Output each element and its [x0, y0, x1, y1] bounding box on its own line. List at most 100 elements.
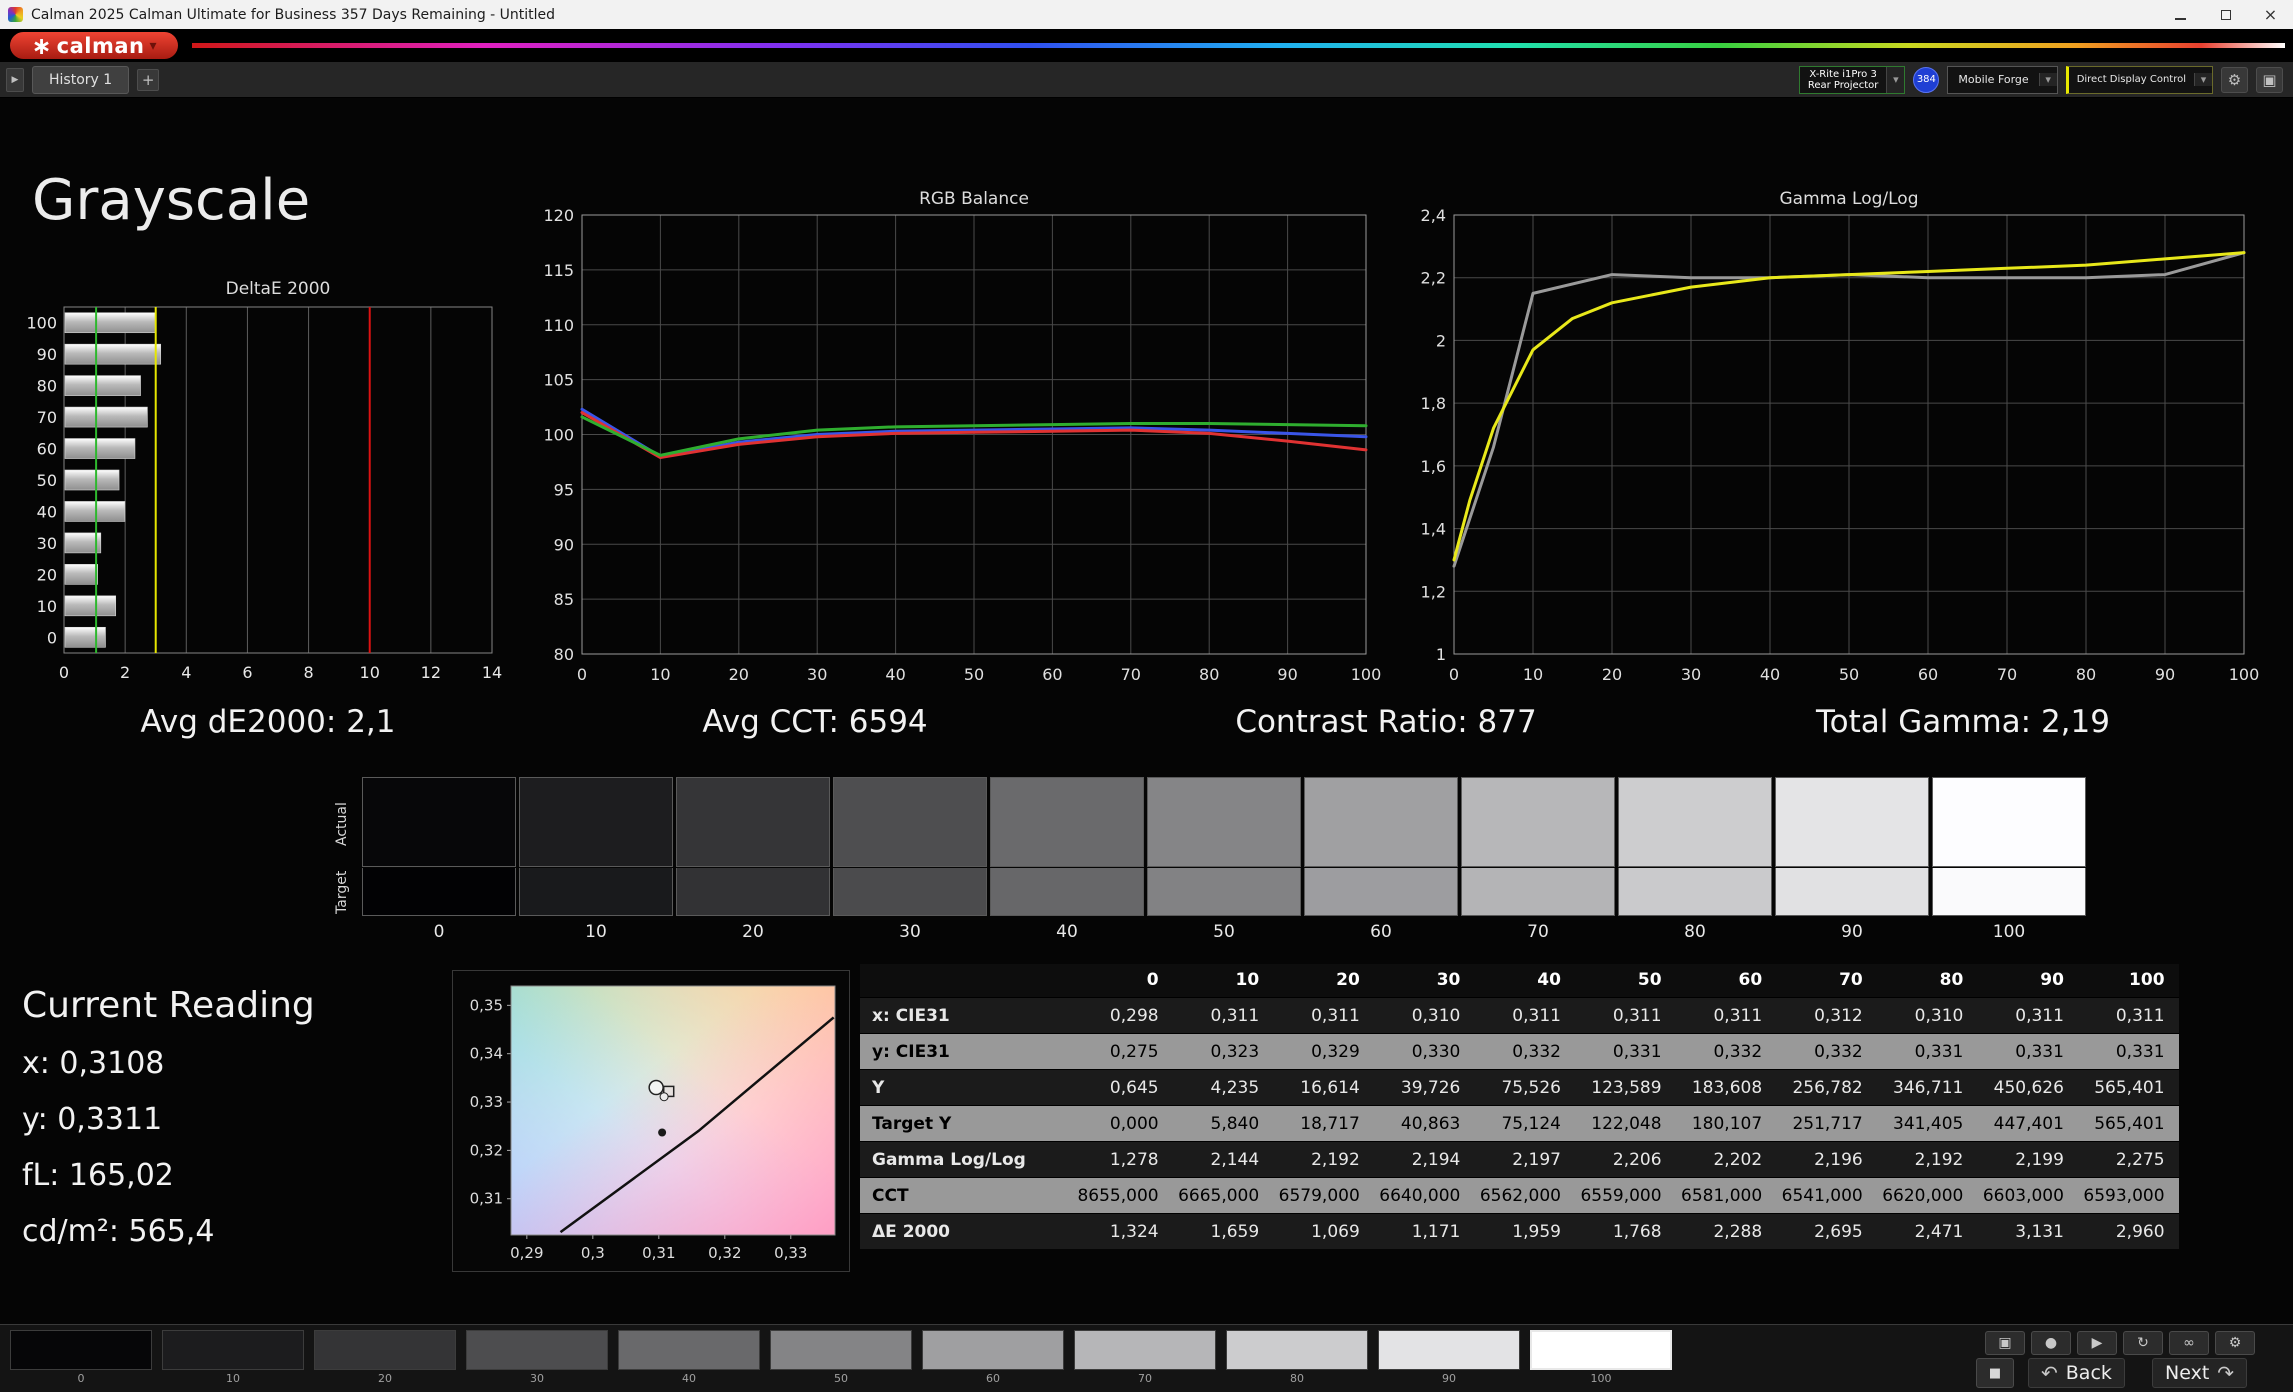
table-value-cell: 1,278 — [1072, 1141, 1173, 1177]
svg-text:8: 8 — [303, 663, 313, 682]
add-tab-button[interactable]: + — [137, 68, 160, 91]
camera-icon[interactable]: ▣ — [1985, 1331, 2025, 1355]
table-corner-cell — [860, 964, 1072, 997]
swatch-level-label: 90 — [1841, 922, 1863, 942]
record-icon[interactable]: ● — [2031, 1331, 2071, 1355]
table-value-cell: 0,311 — [1574, 997, 1676, 1033]
test-patch-0[interactable]: 0 — [10, 1330, 152, 1385]
test-patch-90[interactable]: 90 — [1378, 1330, 1520, 1385]
table-column-header: 50 — [1574, 964, 1676, 997]
table-value-cell: 2,196 — [1776, 1141, 1877, 1177]
swatch-target-color — [519, 868, 673, 916]
history-expand-button[interactable]: ▶ — [6, 67, 24, 92]
table-value-cell: 75,526 — [1474, 1069, 1575, 1105]
svg-text:0,35: 0,35 — [470, 996, 503, 1014]
test-patch-20[interactable]: 20 — [314, 1330, 456, 1385]
contrast-ratio-stat: Contrast Ratio: 877 — [1235, 704, 1537, 740]
maximize-button[interactable] — [2203, 0, 2248, 29]
test-patch-60[interactable]: 60 — [922, 1330, 1064, 1385]
total-gamma-stat: Total Gamma: 2,19 — [1816, 704, 2110, 740]
display-control-select[interactable]: Direct Display Control ▾ — [2065, 65, 2213, 94]
swatch-level-label: 80 — [1684, 922, 1706, 942]
table-value-cell: 6620,000 — [1876, 1177, 1978, 1213]
patch-color — [10, 1330, 152, 1370]
table-column-header: 100 — [2077, 964, 2179, 997]
table-value-cell: 2,192 — [1273, 1141, 1374, 1177]
stop-button[interactable]: ■ — [1976, 1358, 2014, 1388]
test-patch-70[interactable]: 70 — [1074, 1330, 1216, 1385]
grayscale-swatch-60: 60 — [1304, 777, 1458, 942]
swatch-target-color — [362, 868, 516, 916]
gear-icon[interactable]: ⚙ — [2221, 66, 2248, 93]
back-button[interactable]: ↶ Back — [2028, 1358, 2125, 1388]
table-value-cell: 6593,000 — [2077, 1177, 2179, 1213]
back-label: Back — [2065, 1362, 2112, 1384]
next-button[interactable]: Next ↷ — [2152, 1358, 2248, 1388]
test-patch-80[interactable]: 80 — [1226, 1330, 1368, 1385]
table-value-cell: 6562,000 — [1474, 1177, 1575, 1213]
reading-fl: fL: 165,02 — [22, 1158, 174, 1193]
chevron-down-icon: ▾ — [2194, 73, 2212, 86]
titlebar: Calman 2025 Calman Ultimate for Business… — [0, 0, 2293, 29]
back-arrow-icon: ↶ — [2041, 1361, 2058, 1385]
app-icon — [8, 7, 23, 22]
table-row-label: x: CIE31 — [860, 997, 1072, 1033]
play-icon[interactable]: ▶ — [2077, 1331, 2117, 1355]
test-patch-10[interactable]: 10 — [162, 1330, 304, 1385]
test-patch-40[interactable]: 40 — [618, 1330, 760, 1385]
table-value-cell: 0,332 — [1675, 1033, 1777, 1069]
grayscale-swatch-30: 30 — [833, 777, 987, 942]
avg-de2000-stat: Avg dE2000: 2,1 — [140, 704, 396, 740]
calman-menu-button[interactable]: ∗ calman ▾ — [10, 32, 178, 59]
table-value-cell: 2,202 — [1675, 1141, 1777, 1177]
source-select[interactable]: Mobile Forge ▾ — [1947, 65, 2058, 94]
tab-history-1[interactable]: History 1 — [32, 65, 130, 94]
svg-text:RGB Balance: RGB Balance — [919, 189, 1029, 209]
table-value-cell: 2,144 — [1172, 1141, 1274, 1177]
table-value-cell: 0,310 — [1373, 997, 1475, 1033]
test-patch-30[interactable]: 30 — [466, 1330, 608, 1385]
table-value-cell: 0,311 — [1977, 997, 2078, 1033]
close-button[interactable]: × — [2248, 0, 2293, 29]
test-patch-50[interactable]: 50 — [770, 1330, 912, 1385]
patch-level-label: 30 — [530, 1372, 544, 1385]
table-value-cell: 6541,000 — [1776, 1177, 1877, 1213]
patch-level-label: 40 — [682, 1372, 696, 1385]
infinity-icon[interactable]: ∞ — [2169, 1331, 2209, 1355]
svg-text:30: 30 — [807, 665, 827, 684]
patch-level-label: 90 — [1442, 1372, 1456, 1385]
swatch-target-color — [1304, 868, 1458, 916]
svg-text:80: 80 — [2076, 665, 2096, 684]
table-value-cell: 123,589 — [1574, 1069, 1676, 1105]
svg-text:100: 100 — [1351, 665, 1382, 684]
reading-y: y: 0,3311 — [22, 1102, 163, 1137]
meter-select[interactable]: X-Rite i1Pro 3 Rear Projector ▾ — [1798, 65, 1906, 94]
grayscale-swatch-100: 100 — [1932, 777, 2086, 942]
gear-icon[interactable]: ⚙ — [2215, 1331, 2255, 1355]
table-value-cell: 0,312 — [1776, 997, 1877, 1033]
table-value-cell: 6640,000 — [1373, 1177, 1475, 1213]
swatch-level-label: 60 — [1370, 922, 1392, 942]
svg-text:90: 90 — [1277, 665, 1297, 684]
patch-level-label: 50 — [834, 1372, 848, 1385]
swatch-level-label: 10 — [585, 922, 607, 942]
svg-text:95: 95 — [554, 480, 574, 499]
svg-text:70: 70 — [1997, 665, 2017, 684]
svg-text:0: 0 — [47, 628, 57, 647]
window-title: Calman 2025 Calman Ultimate for Business… — [31, 6, 556, 23]
panel-toggle-icon[interactable]: ▣ — [2256, 66, 2283, 93]
swatch-actual-color — [362, 777, 516, 867]
repeat-icon[interactable]: ↻ — [2123, 1331, 2163, 1355]
table-value-cell: 0,645 — [1072, 1069, 1173, 1105]
table-value-cell: 40,863 — [1373, 1105, 1475, 1141]
table-value-cell: 3,131 — [1977, 1213, 2078, 1249]
grayscale-swatch-10: 10 — [519, 777, 673, 942]
svg-text:0,31: 0,31 — [642, 1244, 675, 1262]
table-value-cell: 450,626 — [1977, 1069, 2078, 1105]
table-value-cell: 2,192 — [1876, 1141, 1978, 1177]
minimize-button[interactable] — [2158, 0, 2203, 29]
svg-text:1: 1 — [1436, 645, 1446, 664]
svg-text:60: 60 — [37, 440, 57, 459]
svg-text:50: 50 — [37, 471, 57, 490]
test-patch-100[interactable]: 100 — [1530, 1330, 1672, 1385]
